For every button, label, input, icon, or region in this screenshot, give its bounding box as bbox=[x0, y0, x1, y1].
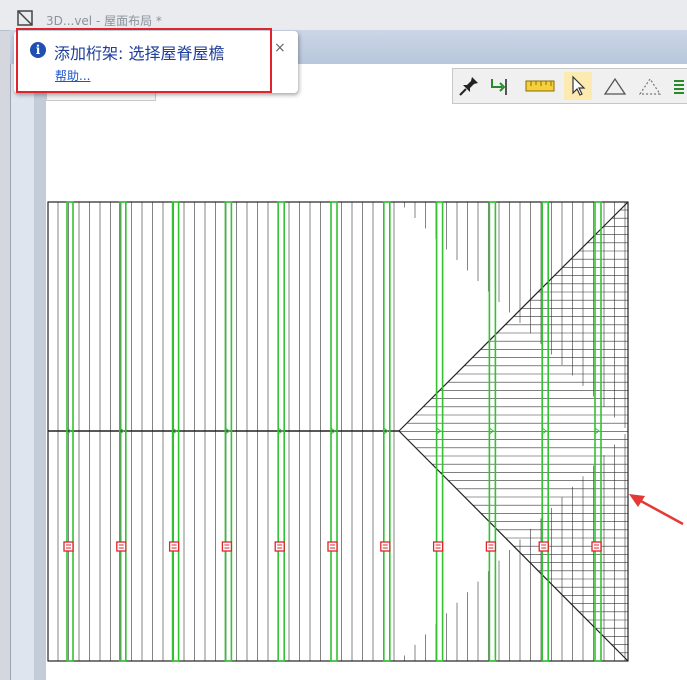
triangle-icon bbox=[603, 77, 627, 95]
dashed-triangle-icon bbox=[638, 77, 662, 95]
select-pointer-icon bbox=[572, 75, 586, 96]
pin-icon bbox=[459, 77, 478, 96]
truss-label-marker bbox=[538, 541, 549, 552]
title-bar: 3D...vel - 屋面布局 * bbox=[0, 0, 687, 31]
triangle-tool-button[interactable] bbox=[601, 72, 629, 100]
truss-label-marker bbox=[327, 541, 338, 552]
truss-label-marker bbox=[591, 541, 602, 552]
truss-label-marker bbox=[274, 541, 285, 552]
ruler-tool-button[interactable] bbox=[523, 72, 557, 100]
plan-canvas[interactable] bbox=[46, 64, 687, 680]
layers-icon bbox=[673, 80, 684, 94]
ruler-icon bbox=[525, 80, 555, 92]
layers-tool-button[interactable] bbox=[669, 72, 687, 100]
info-icon: i bbox=[30, 42, 46, 58]
edit-toolbar bbox=[452, 68, 687, 104]
select-tool-button[interactable] bbox=[564, 72, 592, 100]
roof-plan-drawing[interactable] bbox=[46, 64, 687, 680]
pin-tool-button[interactable] bbox=[455, 72, 483, 100]
trim-tool-button[interactable] bbox=[485, 72, 513, 100]
dashed-triangle-tool-button[interactable] bbox=[636, 72, 664, 100]
truss-label-marker bbox=[432, 541, 444, 552]
app-logo-icon bbox=[17, 10, 33, 26]
truss-label-marker bbox=[221, 541, 233, 552]
truss-label-marker bbox=[63, 541, 74, 552]
tooltip-title: 添加桁架: 选择屋脊屋檐 bbox=[54, 44, 225, 63]
trim-icon bbox=[491, 79, 507, 95]
truss-label-marker bbox=[168, 541, 180, 552]
truss-label-marker bbox=[380, 541, 391, 552]
truss-label-marker bbox=[485, 541, 497, 552]
window-title: 3D...vel - 屋面布局 * bbox=[46, 14, 162, 28]
help-link[interactable]: 帮助... bbox=[55, 67, 90, 84]
tooltip-close-button[interactable]: × bbox=[274, 40, 286, 56]
truss-label-marker bbox=[116, 541, 127, 552]
annotation-arrow-icon bbox=[629, 494, 684, 526]
